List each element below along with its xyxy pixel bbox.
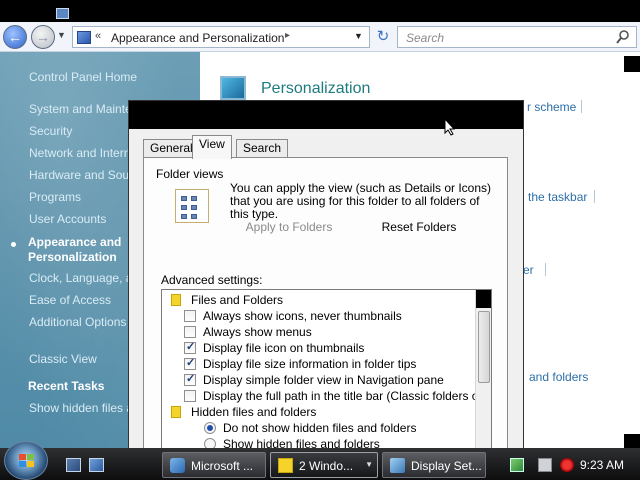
folder-icon (171, 406, 181, 418)
breadcrumb-appearance-personalization[interactable]: Appearance and Personalization (111, 31, 284, 45)
forward-arrow-icon: → (36, 29, 50, 45)
folder-views-label: Folder views (156, 167, 224, 181)
reset-folders-button[interactable]: Reset Folders (381, 220, 457, 236)
apply-to-folders-button[interactable]: Apply to Folders (243, 220, 335, 236)
setting-label: Do not show hidden files and folders (223, 421, 417, 435)
scroll-up-button[interactable] (476, 290, 491, 308)
display-settings-icon (390, 458, 405, 473)
advanced-settings-list[interactable]: Files and Folders Always show icons, neve… (161, 289, 492, 453)
back-button[interactable]: ← (3, 25, 27, 49)
taskbar-label: 2 Windo... (299, 459, 354, 473)
folder-icon (171, 294, 181, 306)
taskbar-button-windows-group[interactable]: 2 Windo... ▼ (270, 452, 378, 478)
group-arrow-icon: ▼ (365, 460, 373, 469)
folder-icon (278, 458, 293, 473)
link-additional-options[interactable]: Additional Options (29, 315, 126, 329)
link-classic-view[interactable]: Classic View (29, 352, 97, 366)
link-hardware-sound[interactable]: Hardware and Sou (29, 168, 129, 182)
taskbar-button-display-settings[interactable]: Display Set... (382, 452, 486, 478)
checkbox[interactable] (184, 340, 196, 354)
link-system-maintenance[interactable]: System and Mainte (29, 102, 132, 116)
link-separator (545, 263, 546, 276)
checkbox[interactable] (184, 390, 196, 402)
mouse-cursor-icon (444, 118, 456, 136)
clock[interactable]: 9:23 AM (580, 458, 624, 472)
link-user-accounts[interactable]: User Accounts (29, 212, 106, 226)
advanced-settings-scrollbar[interactable] (475, 290, 491, 452)
search-icon[interactable] (616, 29, 630, 45)
link-clock-language[interactable]: Clock, Language, a (29, 271, 132, 285)
setting-label: Display file size information in folder … (203, 357, 417, 371)
link-separator (594, 190, 595, 203)
link-security[interactable]: Security (29, 124, 72, 138)
setting-label: Always show menus (203, 325, 312, 339)
active-bullet (11, 242, 16, 247)
checkbox[interactable] (184, 310, 196, 322)
address-toolbar: ← → ▼ « Appearance and Personalization ▸… (0, 22, 640, 52)
refresh-icon[interactable]: ↻ (372, 26, 394, 48)
tab-view[interactable]: View (192, 135, 232, 159)
taskbar-label: Microsoft ... (191, 459, 254, 473)
breadcrumb-overflow[interactable]: « (95, 30, 101, 42)
link-appearance-personalization[interactable]: Appearance and Personalization (28, 235, 121, 265)
setting-label: Display file icon on thumbnails (203, 341, 365, 355)
checkbox[interactable] (184, 356, 196, 370)
link-fragment-folders[interactable]: and folders (529, 370, 588, 384)
recent-pages-dropdown[interactable]: ▼ (57, 30, 66, 40)
dialog-title-bar[interactable] (129, 101, 523, 129)
recent-tasks-heading: Recent Tasks (28, 379, 105, 393)
window-title-strip (0, 0, 640, 22)
forward-button[interactable]: → (31, 25, 55, 49)
setting-label: Always show icons, never thumbnails (203, 309, 402, 323)
tab-search[interactable]: Search (236, 139, 289, 158)
active-line-2: Personalization (28, 250, 117, 264)
program-icon (170, 458, 185, 473)
volume-muted-icon[interactable] (560, 458, 574, 472)
personalization-title[interactable]: Personalization (261, 80, 370, 98)
link-network-internet[interactable]: Network and Intern (29, 146, 130, 160)
control-panel-icon (77, 31, 91, 44)
right-edge (624, 52, 640, 454)
scroll-thumb[interactable] (478, 311, 490, 383)
taskbar-button-microsoft[interactable]: Microsoft ... (162, 452, 266, 478)
checkbox[interactable] (184, 372, 196, 386)
windows-start-icon (19, 454, 34, 467)
link-fragment-scheme[interactable]: r scheme (527, 100, 576, 114)
setting-label: Hidden files and folders (191, 405, 317, 419)
setting-label: Display the full path in the title bar (… (203, 389, 492, 403)
window-icon (56, 8, 69, 19)
address-bar[interactable]: « Appearance and Personalization ▸ ▼ (72, 26, 370, 48)
folder-views-icon (175, 189, 209, 223)
show-desktop-icon[interactable] (66, 458, 81, 472)
taskbar-label: Display Set... (411, 459, 482, 473)
folder-options-dialog: General View Search Folder views You can… (128, 100, 524, 453)
folder-views-description: You can apply the view (such as Details … (230, 181, 492, 221)
safety-icon[interactable] (538, 458, 552, 472)
link-ease-of-access[interactable]: Ease of Access (29, 293, 111, 307)
radio-button[interactable] (204, 422, 216, 434)
search-input[interactable]: Search (397, 26, 637, 48)
checkbox[interactable] (184, 326, 196, 338)
network-icon[interactable] (510, 458, 524, 472)
link-control-panel-home[interactable]: Control Panel Home (29, 70, 137, 84)
active-line-1: Appearance and (28, 235, 122, 249)
personalization-icon (220, 76, 246, 100)
address-dropdown[interactable]: ▼ (354, 31, 363, 41)
setting-label: Files and Folders (191, 293, 284, 307)
search-placeholder: Search (406, 31, 445, 45)
link-separator (581, 100, 582, 113)
link-fragment-er[interactable]: er (523, 263, 534, 277)
link-recent-show-hidden[interactable]: Show hidden files a (29, 401, 133, 415)
back-arrow-icon: ← (8, 29, 22, 45)
link-fragment-taskbar[interactable]: the taskbar (528, 190, 587, 204)
advanced-settings-label: Advanced settings: (161, 273, 263, 287)
breadcrumb-arrow-icon[interactable]: ▸ (285, 30, 290, 41)
switch-windows-icon[interactable] (89, 458, 104, 472)
setting-label: Display simple folder view in Navigation… (203, 373, 444, 387)
start-button[interactable] (4, 441, 48, 480)
link-programs[interactable]: Programs (29, 190, 81, 204)
